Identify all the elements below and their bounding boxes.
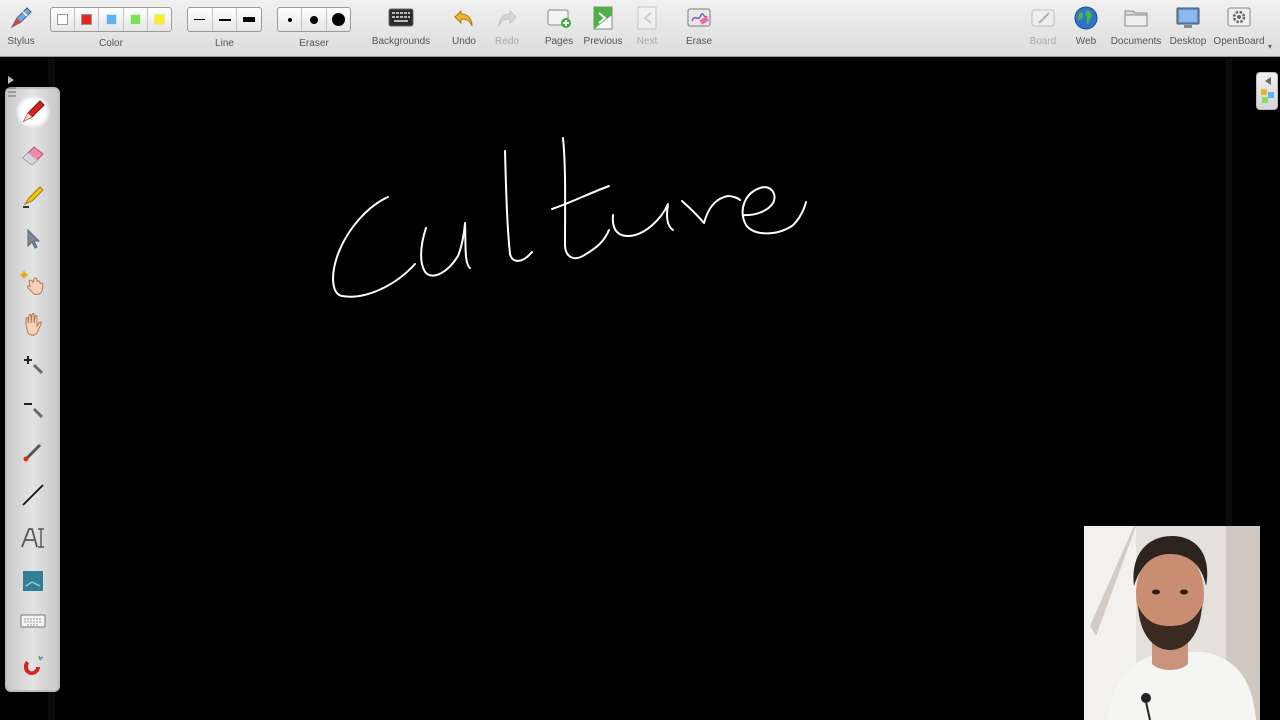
undo-label: Undo xyxy=(452,36,476,47)
pen-icon xyxy=(22,100,45,123)
line-thin-button[interactable] xyxy=(188,8,213,31)
zoom-in-icon xyxy=(24,356,44,375)
line-label: Line xyxy=(215,38,234,49)
keyboard-background-icon xyxy=(387,4,415,32)
documents-label: Documents xyxy=(1110,36,1162,47)
pen-tool-button[interactable] xyxy=(16,95,50,129)
color-swatch-red[interactable] xyxy=(75,8,100,31)
board-icon xyxy=(1029,4,1057,32)
undo-button[interactable]: Undo xyxy=(449,4,479,54)
chevron-right-icon xyxy=(8,76,16,97)
redo-arrow-icon xyxy=(493,4,521,32)
pointer-arrow-icon xyxy=(27,228,41,249)
eraser-small-button[interactable] xyxy=(278,8,303,31)
erase-label: Erase xyxy=(685,36,713,47)
stylus-label: Stylus xyxy=(7,36,35,47)
line-tool-button[interactable] xyxy=(16,478,50,512)
previous-label: Previous xyxy=(583,36,623,47)
next-page-icon xyxy=(633,4,661,32)
web-label: Web xyxy=(1075,36,1097,47)
top-toolbar: Stylus Color Line Eraser Backgrounds Und… xyxy=(0,0,1280,57)
backgrounds-label: Backgrounds xyxy=(371,36,431,47)
laser-pointer-tool-button[interactable] xyxy=(16,435,50,469)
color-picker xyxy=(50,7,172,32)
zoom-out-icon xyxy=(24,403,44,419)
line-medium-button[interactable] xyxy=(213,8,238,31)
globe-icon xyxy=(1072,4,1100,32)
interact-tool-button[interactable] xyxy=(16,266,50,300)
zoom-in-tool-button[interactable] xyxy=(16,348,50,382)
hand-tool-button[interactable] xyxy=(16,308,50,342)
text-tool-button[interactable] xyxy=(16,521,50,555)
magnet-tool-button[interactable] xyxy=(16,649,50,683)
add-page-icon xyxy=(545,4,573,32)
stylus-icon xyxy=(7,4,35,32)
magnet-icon xyxy=(23,655,44,676)
pages-label: Pages xyxy=(544,36,574,47)
chevron-down-icon[interactable]: ▾ xyxy=(1268,42,1272,51)
interact-hand-icon xyxy=(20,271,44,295)
previous-button[interactable]: Previous xyxy=(583,4,623,54)
erase-board-icon xyxy=(685,4,713,32)
eraser-label: Eraser xyxy=(299,38,329,49)
color-swatch-yellow[interactable] xyxy=(148,8,171,31)
color-swatch-white[interactable] xyxy=(51,8,76,31)
line-tool-icon xyxy=(22,484,44,506)
board-mode-button[interactable]: Board xyxy=(1028,4,1058,54)
selector-tool-button[interactable] xyxy=(16,222,50,256)
eraser-large-button[interactable] xyxy=(327,8,350,31)
previous-page-icon xyxy=(589,4,617,32)
line-thick-button[interactable] xyxy=(237,8,261,31)
board-label: Board xyxy=(1029,36,1057,47)
next-button[interactable]: Next xyxy=(632,4,662,54)
desktop-button[interactable]: Desktop xyxy=(1168,4,1208,54)
undo-arrow-icon xyxy=(450,4,478,32)
documents-button[interactable]: Documents xyxy=(1110,4,1162,54)
color-swatch-blue[interactable] xyxy=(99,8,124,31)
eraser-medium-button[interactable] xyxy=(302,8,327,31)
folder-icon xyxy=(1122,4,1150,32)
zoom-out-tool-button[interactable] xyxy=(16,392,50,426)
redo-button[interactable]: Redo xyxy=(492,4,522,54)
next-label: Next xyxy=(636,36,658,47)
right-panel-handle[interactable] xyxy=(1256,72,1278,110)
eraser-icon xyxy=(22,146,44,166)
color-label: Color xyxy=(99,38,123,49)
web-button[interactable]: Web xyxy=(1071,4,1101,54)
desktop-label: Desktop xyxy=(1169,36,1207,47)
erase-board-button[interactable]: Erase xyxy=(684,4,714,54)
capture-icon xyxy=(23,571,43,591)
tool-palette xyxy=(5,87,60,692)
highlighter-tool-button[interactable] xyxy=(16,180,50,214)
gear-icon xyxy=(1225,4,1253,32)
hand-icon xyxy=(25,313,42,336)
palette-collapse-handle[interactable] xyxy=(4,72,20,104)
text-tool-icon xyxy=(21,528,44,548)
laser-pointer-icon xyxy=(23,440,45,462)
pages-button[interactable]: Pages xyxy=(543,4,575,54)
backgrounds-button[interactable]: Backgrounds xyxy=(370,4,432,54)
redo-label: Redo xyxy=(495,36,519,47)
eraser-size-picker xyxy=(277,7,351,32)
openboard-menu-button[interactable]: OpenBoard xyxy=(1213,4,1265,54)
eraser-tool-button[interactable] xyxy=(16,137,50,171)
virtual-keyboard-tool-button[interactable] xyxy=(16,604,50,638)
capture-tool-button[interactable] xyxy=(16,564,50,598)
monitor-icon xyxy=(1174,4,1202,32)
library-panel-icon xyxy=(1261,77,1274,103)
line-width-picker xyxy=(187,7,262,32)
color-swatch-green[interactable] xyxy=(124,8,148,31)
stylus-button[interactable]: Stylus xyxy=(4,4,38,54)
virtual-keyboard-icon xyxy=(20,614,46,628)
openboard-label: OpenBoard xyxy=(1213,36,1265,47)
highlighter-icon xyxy=(23,186,44,208)
presenter-webcam xyxy=(1084,526,1260,720)
presenter-video-feed xyxy=(1084,526,1260,720)
